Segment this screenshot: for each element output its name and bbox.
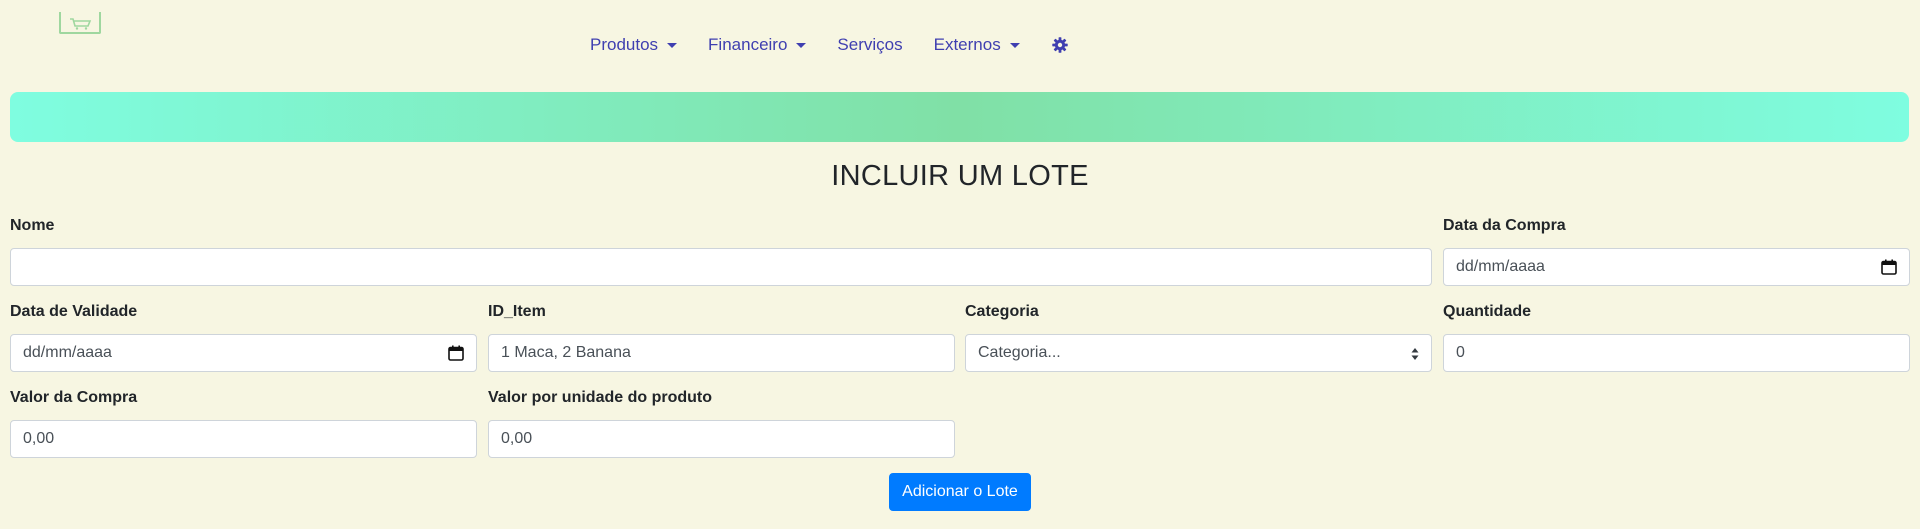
valor-unidade-input[interactable]: 0,00	[488, 420, 955, 458]
caret-down-icon	[1009, 42, 1020, 48]
nav-servicos-label: Serviços	[837, 35, 903, 54]
categoria-group: Categoria Categoria...	[965, 301, 1432, 372]
add-lote-button[interactable]: Adicionar o Lote	[889, 473, 1031, 511]
quantidade-input[interactable]: 0	[1443, 334, 1910, 372]
id-item-input[interactable]: 1 Maca, 2 Banana	[488, 334, 955, 372]
calendar-icon[interactable]	[1881, 259, 1897, 275]
data-validade-placeholder: dd/mm/aaaa	[23, 344, 112, 361]
header-banner	[10, 92, 1909, 142]
valor-unidade-value: 0,00	[501, 430, 533, 447]
valor-compra-label: Valor da Compra	[10, 389, 138, 406]
valor-compra-input[interactable]: 0,00	[10, 420, 477, 458]
calendar-icon[interactable]	[448, 345, 464, 361]
settings-button[interactable]	[1052, 37, 1068, 53]
nome-group: Nome	[10, 215, 1432, 286]
categoria-select[interactable]: Categoria...	[965, 334, 1432, 372]
data-validade-label: Data de Validade	[10, 303, 138, 320]
data-compra-input[interactable]: dd/mm/aaaa	[1443, 248, 1910, 286]
nome-label: Nome	[10, 217, 55, 234]
id-item-label: ID_Item	[488, 303, 546, 320]
cart-icon	[70, 18, 92, 30]
nav-financeiro[interactable]: Financeiro	[708, 35, 807, 55]
gear-icon	[1052, 37, 1068, 53]
main-nav: Produtos Financeiro Serviços Externos	[590, 32, 1068, 58]
caret-down-icon	[796, 42, 807, 48]
logo[interactable]	[59, 12, 101, 34]
valor-unidade-group: Valor por unidade do produto 0,00	[488, 387, 955, 458]
nav-servicos[interactable]: Serviços	[837, 35, 902, 55]
page-title: INCLUIR UM LOTE	[831, 160, 1089, 192]
valor-unidade-label: Valor por unidade do produto	[488, 389, 712, 406]
data-compra-group: Data da Compra dd/mm/aaaa	[1443, 215, 1910, 286]
nav-produtos[interactable]: Produtos	[590, 35, 678, 55]
categoria-selected: Categoria...	[978, 344, 1061, 361]
id-item-placeholder: 1 Maca, 2 Banana	[501, 344, 631, 361]
nav-externos-label: Externos	[933, 35, 1001, 54]
data-validade-group: Data de Validade dd/mm/aaaa	[10, 301, 477, 372]
data-validade-input[interactable]: dd/mm/aaaa	[10, 334, 477, 372]
quantidade-value: 0	[1456, 344, 1465, 361]
nome-input[interactable]	[10, 248, 1432, 286]
data-compra-label: Data da Compra	[1443, 217, 1566, 234]
quantidade-label: Quantidade	[1443, 303, 1532, 320]
select-arrows-icon	[1411, 348, 1419, 360]
id-item-group: ID_Item 1 Maca, 2 Banana	[488, 301, 955, 372]
caret-down-icon	[667, 42, 678, 48]
valor-compra-group: Valor da Compra 0,00	[10, 387, 477, 458]
categoria-label: Categoria	[965, 303, 1039, 320]
quantidade-group: Quantidade 0	[1443, 301, 1910, 372]
nav-financeiro-label: Financeiro	[708, 35, 788, 54]
valor-compra-value: 0,00	[23, 430, 55, 447]
data-compra-placeholder: dd/mm/aaaa	[1456, 258, 1545, 275]
nav-externos[interactable]: Externos	[934, 35, 1020, 55]
nav-produtos-label: Produtos	[590, 35, 659, 54]
